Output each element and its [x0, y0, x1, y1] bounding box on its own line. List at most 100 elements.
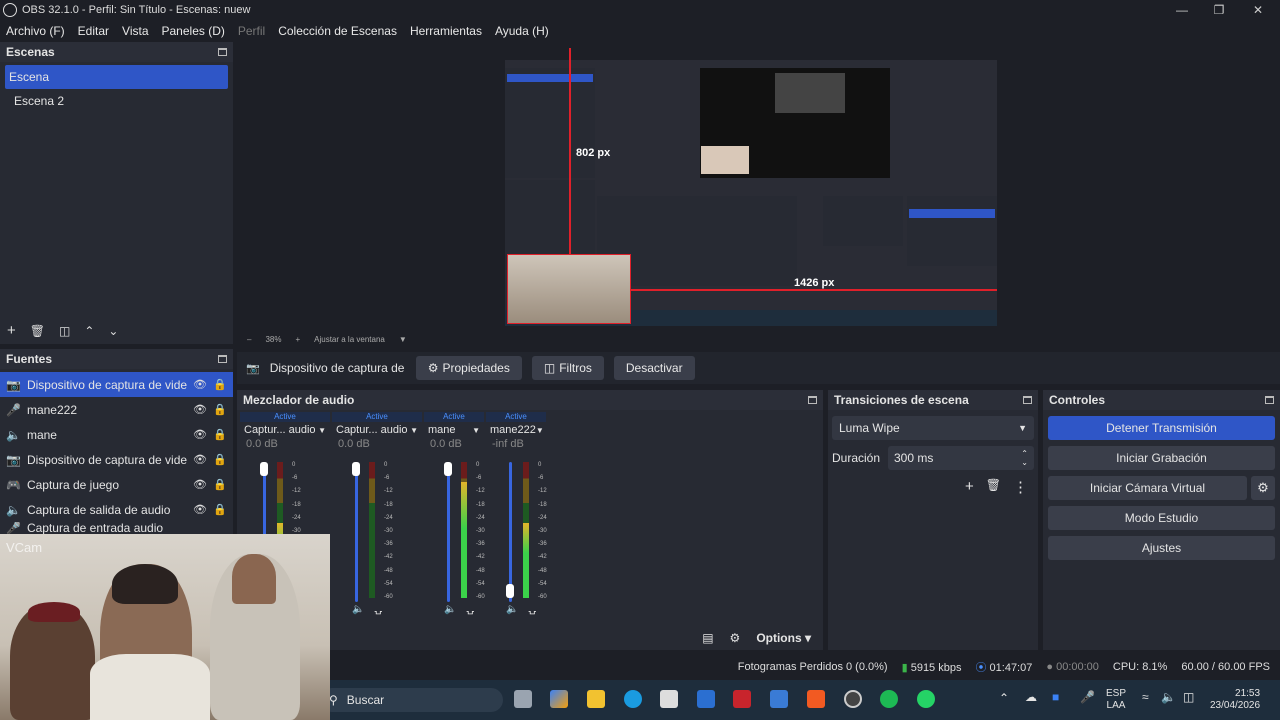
gear-icon[interactable]: ⚙ [1251, 476, 1275, 500]
start-virtual-camera-button[interactable]: Iniciar Cámara Virtual [1048, 476, 1247, 500]
headphone-icon[interactable]: ⍽ [466, 604, 474, 615]
headphone-icon[interactable]: ⍽ [374, 604, 382, 615]
spotify-icon[interactable] [880, 690, 898, 708]
mic-icon[interactable]: 🎤 [1080, 690, 1095, 704]
mail-icon[interactable] [770, 690, 788, 708]
eye-icon[interactable]: 👁 [193, 503, 207, 516]
wifi-icon[interactable]: ≈ [1142, 690, 1149, 704]
menu-profile[interactable]: Perfil [238, 24, 265, 38]
tray-app-icon[interactable]: ■ [1052, 690, 1059, 704]
lock-icon[interactable]: 🔒 [213, 378, 227, 391]
channel-name-select[interactable]: Captur... audio ▼ [332, 422, 422, 438]
start-recording-button[interactable]: Iniciar Grabación [1048, 446, 1275, 470]
gear-icon[interactable]: ⚙ [730, 631, 741, 645]
chevron-up-icon[interactable]: ⌃ [999, 691, 1009, 705]
volume-slider-thumb[interactable] [444, 462, 452, 476]
filters-button[interactable]: ◫ Filtros [531, 356, 604, 380]
properties-button[interactable]: ⚙ Propiedades [415, 356, 522, 380]
scene-item-escena-2[interactable]: Escena 2 [5, 89, 228, 113]
taskbar-search[interactable]: ⚲ Buscar [320, 688, 503, 712]
volume-slider-thumb[interactable] [352, 462, 360, 476]
folder-icon[interactable] [587, 690, 605, 708]
chevron-up-icon[interactable]: ⌃ [84, 324, 94, 338]
studio-mode-button[interactable]: Modo Estudio [1048, 506, 1275, 530]
more-icon[interactable]: ⋮ [1013, 478, 1028, 496]
scene-item-escena[interactable]: Escena [5, 65, 228, 89]
copilot-icon[interactable] [550, 690, 568, 708]
speaker-icon[interactable]: 🔈 [506, 604, 518, 615]
menu-scene-collection[interactable]: Colección de Escenas [278, 24, 397, 38]
edge-icon[interactable] [624, 690, 642, 708]
vscode-icon[interactable] [697, 690, 715, 708]
close-button[interactable]: ✕ [1238, 0, 1278, 20]
minimize-button[interactable]: — [1162, 0, 1202, 20]
undock-icon[interactable] [1265, 396, 1274, 404]
settings-button[interactable]: Ajustes [1048, 536, 1275, 560]
menu-file[interactable]: Archivo (F) [6, 24, 65, 38]
mixer-options-button[interactable]: Options ▾ [756, 631, 811, 645]
source-item[interactable]: 📷 Dispositivo de captura de video 👁 🔒 [0, 372, 233, 397]
menu-docks[interactable]: Paneles (D) [162, 24, 225, 38]
menu-edit[interactable]: Editar [78, 24, 109, 38]
volume-slider-track[interactable] [355, 462, 358, 602]
eye-icon[interactable]: 👁 [193, 403, 207, 416]
deactivate-button[interactable]: Desactivar [613, 356, 695, 380]
volume-slider-track[interactable] [447, 462, 450, 602]
battery-icon[interactable]: ◫ [1183, 690, 1194, 704]
volume-slider-track[interactable] [509, 462, 512, 602]
undock-icon[interactable] [218, 48, 227, 56]
filter-icon[interactable]: ◫ [59, 324, 70, 338]
volume-slider-thumb[interactable] [506, 584, 514, 598]
whatsapp-icon[interactable] [917, 690, 935, 708]
source-item[interactable]: 🎮 Captura de juego 👁 🔒 [0, 472, 233, 497]
speaker-icon[interactable]: 🔈 [444, 604, 456, 615]
undock-icon[interactable] [1023, 396, 1032, 404]
add-icon[interactable]: + [7, 322, 16, 339]
eye-icon[interactable]: 👁 [193, 478, 207, 491]
eye-icon[interactable]: 👁 [193, 428, 207, 441]
lock-icon[interactable]: 🔒 [213, 503, 227, 516]
menu-view[interactable]: Vista [122, 24, 148, 38]
menu-help[interactable]: Ayuda (H) [495, 24, 549, 38]
zoom-in-button[interactable]: + [295, 335, 300, 344]
volume-slider-thumb[interactable] [260, 462, 268, 476]
mcafee-icon[interactable] [733, 690, 751, 708]
onedrive-icon[interactable]: ☁ [1025, 690, 1037, 704]
undock-icon[interactable] [218, 355, 227, 363]
source-item[interactable]: 🎤 Captura de entrada audio [0, 522, 233, 534]
source-item[interactable]: 🔈 mane 👁 🔒 [0, 422, 233, 447]
chevron-down-icon[interactable]: ⌄ [108, 324, 118, 338]
add-icon[interactable]: + [965, 478, 974, 496]
channel-name-select[interactable]: mane ▼ [424, 422, 484, 438]
lock-icon[interactable]: 🔒 [213, 478, 227, 491]
store-icon[interactable] [660, 690, 678, 708]
eye-icon[interactable]: 👁 [193, 378, 207, 391]
task-view-icon[interactable] [514, 690, 532, 708]
language-indicator[interactable]: ESP LAA [1106, 688, 1126, 712]
headphone-icon[interactable]: ⍽ [528, 604, 536, 615]
lock-icon[interactable]: 🔒 [213, 453, 227, 466]
clock[interactable]: 21:53 23/04/2026 [1210, 688, 1260, 712]
trash-icon[interactable]: 🗑 [30, 324, 45, 338]
lock-icon[interactable]: 🔒 [213, 403, 227, 416]
channel-name-select[interactable]: Captur... audio ▼ [240, 422, 330, 438]
lock-icon[interactable]: 🔒 [213, 428, 227, 441]
trash-icon[interactable]: 🗑 [986, 478, 1001, 496]
spin-arrows-icon[interactable]: ⌃ ⌄ [1021, 449, 1028, 467]
obs-icon[interactable] [844, 690, 862, 708]
speaker-icon[interactable]: 🔈 [352, 604, 364, 615]
zoom-fit-select[interactable]: Ajustar a la ventana [314, 335, 385, 344]
preview-canvas[interactable]: 802 px 1426 px [237, 42, 1280, 332]
source-item[interactable]: 🔈 Captura de salida de audio 👁 🔒 [0, 497, 233, 522]
zoom-out-button[interactable]: – [247, 335, 251, 344]
stop-stream-button[interactable]: Detener Transmisión [1048, 416, 1275, 440]
maximize-button[interactable]: ❐ [1199, 0, 1239, 20]
transition-select[interactable]: Luma Wipe ▼ [832, 416, 1034, 440]
brave-icon[interactable] [807, 690, 825, 708]
duration-spinbox[interactable]: 300 ms ⌃ ⌄ [888, 446, 1034, 470]
layout-icon[interactable]: ▤ [702, 631, 713, 645]
menu-tools[interactable]: Herramientas [410, 24, 482, 38]
source-item[interactable]: 🎤 mane222 👁 🔒 [0, 397, 233, 422]
eye-icon[interactable]: 👁 [193, 453, 207, 466]
volume-icon[interactable]: 🔈 [1161, 690, 1176, 704]
